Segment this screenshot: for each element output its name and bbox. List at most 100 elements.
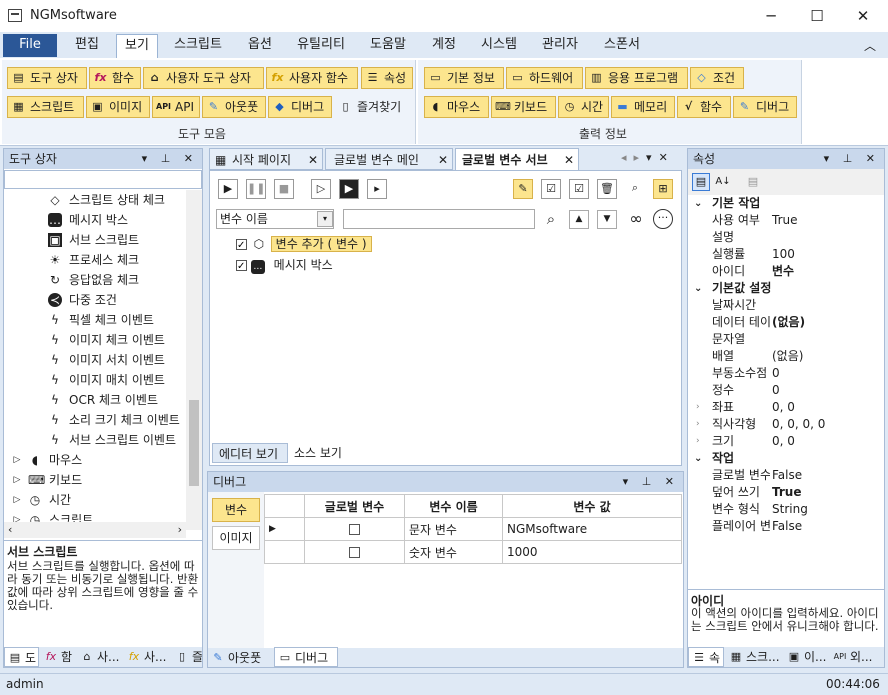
tab-nav-icons[interactable]: ◂▸▾✕ bbox=[621, 151, 675, 164]
check-all-icon[interactable]: ☑ bbox=[541, 179, 561, 199]
toolbox-vscrollbar[interactable] bbox=[186, 190, 202, 530]
ribbon-collapse-icon[interactable]: ︿ bbox=[864, 37, 876, 54]
ribbon-output-function-button[interactable]: √ 함수 bbox=[677, 96, 731, 118]
scrollbar-thumb[interactable] bbox=[189, 400, 199, 486]
property-row[interactable]: › 직사각형 0, 0, 0, 0 bbox=[688, 416, 884, 433]
ribbon-condition-button[interactable]: ◇ 조건 bbox=[690, 67, 744, 89]
property-pages-icon[interactable]: ▤ bbox=[744, 173, 762, 191]
edit-icon[interactable]: ✎ bbox=[513, 179, 533, 199]
maximize-button[interactable]: ☐ bbox=[794, 2, 840, 30]
ribbon-user-toolbox-button[interactable]: ⌂ 사용자 도구 상자 bbox=[143, 67, 264, 89]
tab-favorites[interactable]: ▯ 즐 bbox=[172, 647, 202, 667]
close-button[interactable]: ✕ bbox=[840, 2, 886, 30]
minimize-button[interactable]: ─ bbox=[748, 2, 794, 30]
collapse-icon[interactable]: ⌄ bbox=[694, 280, 702, 297]
column-header[interactable]: 글로벌 변수 bbox=[304, 494, 405, 518]
filter-input[interactable] bbox=[343, 209, 535, 229]
tab-utility[interactable]: 유틸리티 bbox=[290, 34, 352, 58]
variable-name-cell[interactable]: 숫자 변수 bbox=[404, 540, 503, 564]
row-selector[interactable] bbox=[264, 540, 305, 564]
tree-view-icon[interactable]: ⊞ bbox=[653, 179, 673, 199]
global-checkbox[interactable] bbox=[349, 547, 360, 558]
scroll-left-icon[interactable]: ‹ bbox=[8, 522, 12, 538]
debug-variable-button[interactable]: 변수 bbox=[212, 498, 260, 522]
tab-debug[interactable]: ▭ 디버그 bbox=[274, 647, 338, 667]
ribbon-function-button[interactable]: fx 함수 bbox=[89, 67, 141, 89]
table-row[interactable]: 숫자 변수 1000 bbox=[264, 540, 682, 564]
categorized-icon[interactable]: ▤ bbox=[692, 173, 710, 191]
tab-function[interactable]: fx 함 bbox=[41, 647, 75, 667]
close-tab-icon[interactable]: ✕ bbox=[308, 149, 318, 171]
chevron-down-icon[interactable]: ▾ bbox=[317, 211, 333, 227]
ribbon-image-button[interactable]: ▣ 이미지 bbox=[86, 96, 150, 118]
property-row[interactable]: 문자열 bbox=[688, 331, 884, 348]
property-row[interactable]: › 크기 0, 0 bbox=[688, 433, 884, 450]
ribbon-user-function-button[interactable]: fx 사용자 함수 bbox=[266, 67, 358, 89]
global-checkbox[interactable] bbox=[349, 524, 360, 535]
run-block-icon[interactable]: ▶ bbox=[339, 179, 359, 199]
toolbox-hscrollbar[interactable]: ‹ › bbox=[4, 522, 186, 538]
run-frame-icon[interactable]: ▸ bbox=[367, 179, 387, 199]
ribbon-time-button[interactable]: ◷ 시간 bbox=[558, 96, 609, 118]
move-down-icon[interactable]: ▼ bbox=[597, 210, 617, 229]
tree-node[interactable]: ⬡ 변수 추가 ( 변수 ) bbox=[236, 235, 372, 255]
ribbon-favorites-button[interactable]: ▯ 즐겨찾기 bbox=[334, 96, 412, 118]
pause-icon[interactable]: ❚❚ bbox=[246, 179, 266, 199]
sort-alpha-icon[interactable]: A↓ bbox=[714, 173, 732, 191]
variable-name-cell[interactable]: 문자 변수 bbox=[404, 517, 503, 541]
property-row[interactable]: 설명 bbox=[688, 229, 884, 246]
property-row[interactable]: 부동소수점 0 bbox=[688, 365, 884, 382]
expand-icon[interactable]: ▷ bbox=[10, 493, 24, 507]
ribbon-mouse-button[interactable]: ◖ 마우스 bbox=[424, 96, 489, 118]
stop-icon[interactable]: ■ bbox=[274, 179, 294, 199]
ribbon-hardware-button[interactable]: ▭ 하드웨어 bbox=[506, 67, 583, 89]
ribbon-api-button[interactable]: API API bbox=[152, 96, 200, 118]
search-icon[interactable]: ⌕ bbox=[625, 179, 645, 199]
check-icon[interactable]: ☑ bbox=[569, 179, 589, 199]
tab-user-function[interactable]: fx 사... bbox=[124, 647, 172, 667]
play-icon[interactable]: ▶ bbox=[218, 179, 238, 199]
tab-image-list[interactable]: ▣ 이... bbox=[784, 647, 828, 667]
toolbox-search-input[interactable] bbox=[4, 170, 202, 189]
node-checkbox[interactable] bbox=[236, 237, 247, 255]
delete-icon[interactable]: 🗑 bbox=[597, 179, 617, 199]
tab-options[interactable]: 옵션 bbox=[240, 34, 280, 58]
ribbon-basic-info-button[interactable]: ▭ 기본 정보 bbox=[424, 67, 504, 89]
property-row[interactable]: 아이디 변수 bbox=[688, 263, 884, 280]
property-row[interactable]: 정수 0 bbox=[688, 382, 884, 399]
ribbon-toolbox-button[interactable]: ▤ 도구 상자 bbox=[7, 67, 87, 89]
tab-external[interactable]: API 외... bbox=[830, 647, 884, 667]
collapse-icon[interactable]: ⌄ bbox=[694, 450, 702, 467]
property-category[interactable]: ⌄ 작업 bbox=[688, 450, 884, 467]
collapse-icon[interactable]: ⌄ bbox=[694, 195, 702, 212]
tab-global-sub[interactable]: 글로벌 변수 서브 ✕ bbox=[455, 148, 579, 170]
global-checkbox-cell[interactable] bbox=[304, 517, 405, 541]
property-category[interactable]: ⌄ 기본값 설정 bbox=[688, 280, 884, 297]
loop-icon[interactable]: ∞ bbox=[625, 209, 647, 229]
ribbon-memory-button[interactable]: ▬ 메모리 bbox=[611, 96, 675, 118]
debug-image-button[interactable]: 이미지 bbox=[212, 526, 260, 550]
property-row[interactable]: 날짜시간 bbox=[688, 297, 884, 314]
property-row[interactable]: 변수 형식 String bbox=[688, 501, 884, 518]
ribbon-output-button[interactable]: ✎ 아웃풋 bbox=[202, 96, 266, 118]
table-row[interactable]: ▶ 문자 변수 NGMsoftware bbox=[264, 517, 682, 541]
tab-properties[interactable]: ☰ 속 bbox=[688, 647, 724, 667]
expand-icon[interactable]: › bbox=[696, 399, 700, 416]
more-icon[interactable]: ··· bbox=[653, 209, 673, 229]
move-up-icon[interactable]: ▲ bbox=[569, 210, 589, 229]
run-step-icon[interactable]: ▷ bbox=[311, 179, 331, 199]
ribbon-keyboard-button[interactable]: ⌨ 키보드 bbox=[491, 96, 556, 118]
tab-system[interactable]: 시스템 bbox=[474, 34, 524, 58]
tab-edit[interactable]: 편집 bbox=[64, 34, 110, 58]
property-row[interactable]: 플레이어 변수False bbox=[688, 518, 884, 535]
column-header[interactable]: 변수 값 bbox=[502, 494, 682, 518]
tab-help[interactable]: 도움말 bbox=[362, 34, 414, 58]
expand-icon[interactable]: › bbox=[696, 433, 700, 450]
property-row[interactable]: 덮어 쓰기 True bbox=[688, 484, 884, 501]
tab-start-page[interactable]: ▦ 시작 페이지 ✕ bbox=[209, 148, 323, 170]
filter-select[interactable]: 변수 이름 ▾ bbox=[216, 209, 334, 229]
ribbon-application-button[interactable]: ▥ 응용 프로그램 bbox=[585, 67, 688, 89]
ribbon-debug-button[interactable]: ◆ 디버그 bbox=[268, 96, 332, 118]
close-tab-icon[interactable]: ✕ bbox=[438, 149, 448, 171]
property-row[interactable]: 글로벌 변수 False bbox=[688, 467, 884, 484]
